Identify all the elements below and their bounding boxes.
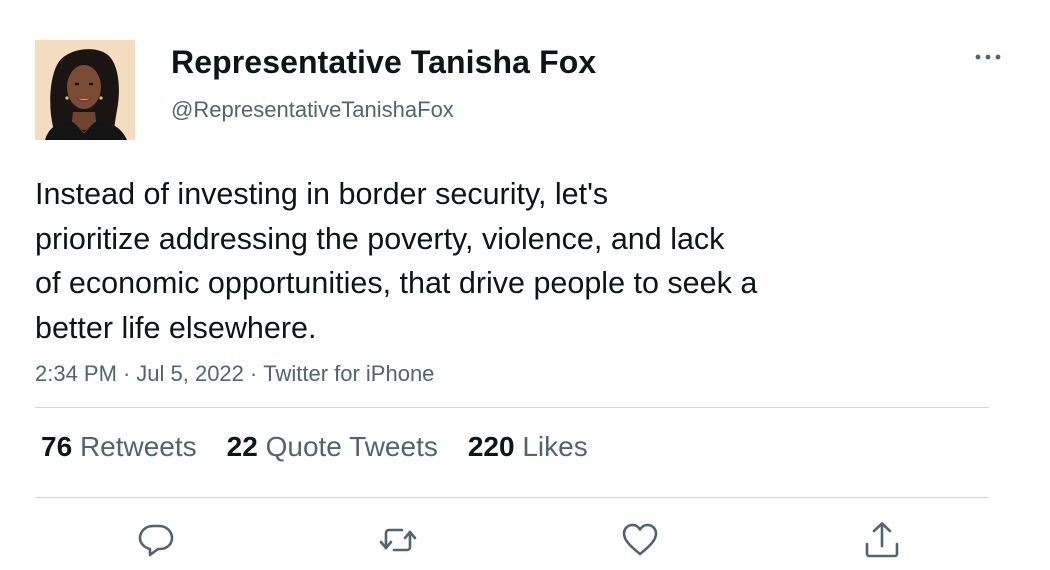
more-dots-icon [975,54,1001,60]
more-options-button[interactable] [966,42,1010,72]
likes-count: 220 [467,431,515,462]
retweets-label: Retweets [79,431,197,462]
retweet-icon [379,528,417,552]
reply-button[interactable] [136,520,176,560]
profile-photo-icon [35,40,135,140]
like-button[interactable] [620,520,660,560]
quote-tweets-label: Quote Tweets [265,431,438,462]
reply-icon [138,524,174,557]
meta-separator: · [122,361,131,386]
tweet-time[interactable]: 2:34 PM [35,361,117,386]
engagement-stats: 76 Retweets 22 Quote Tweets 220 Likes [41,431,618,463]
share-button[interactable] [862,520,902,560]
tweet-card: Representative Tanisha Fox @Representati… [0,0,1050,570]
heart-icon [622,523,658,556]
tweet-text: Instead of investing in border security,… [35,177,758,345]
quote-tweets-count: 22 [226,431,258,462]
share-icon [865,522,899,558]
retweets-stat[interactable]: 76 Retweets [41,431,197,463]
tweet-meta: 2:34 PM · Jul 5, 2022 · Twitter for iPhone [35,361,434,387]
meta-separator: · [249,361,258,386]
user-handle[interactable]: @RepresentativeTanishaFox [171,97,454,123]
tweet-source[interactable]: Twitter for iPhone [263,361,434,386]
tweet-date[interactable]: Jul 5, 2022 [136,361,244,386]
quote-tweets-stat[interactable]: 22 Quote Tweets [227,431,438,463]
display-name[interactable]: Representative Tanisha Fox [171,44,596,81]
retweet-button[interactable] [378,520,418,560]
likes-stat[interactable]: 220 Likes [468,431,588,463]
likes-label: Likes [522,431,588,462]
divider [35,407,989,408]
avatar[interactable] [35,40,135,140]
retweets-count: 76 [41,431,73,462]
divider [35,497,989,498]
